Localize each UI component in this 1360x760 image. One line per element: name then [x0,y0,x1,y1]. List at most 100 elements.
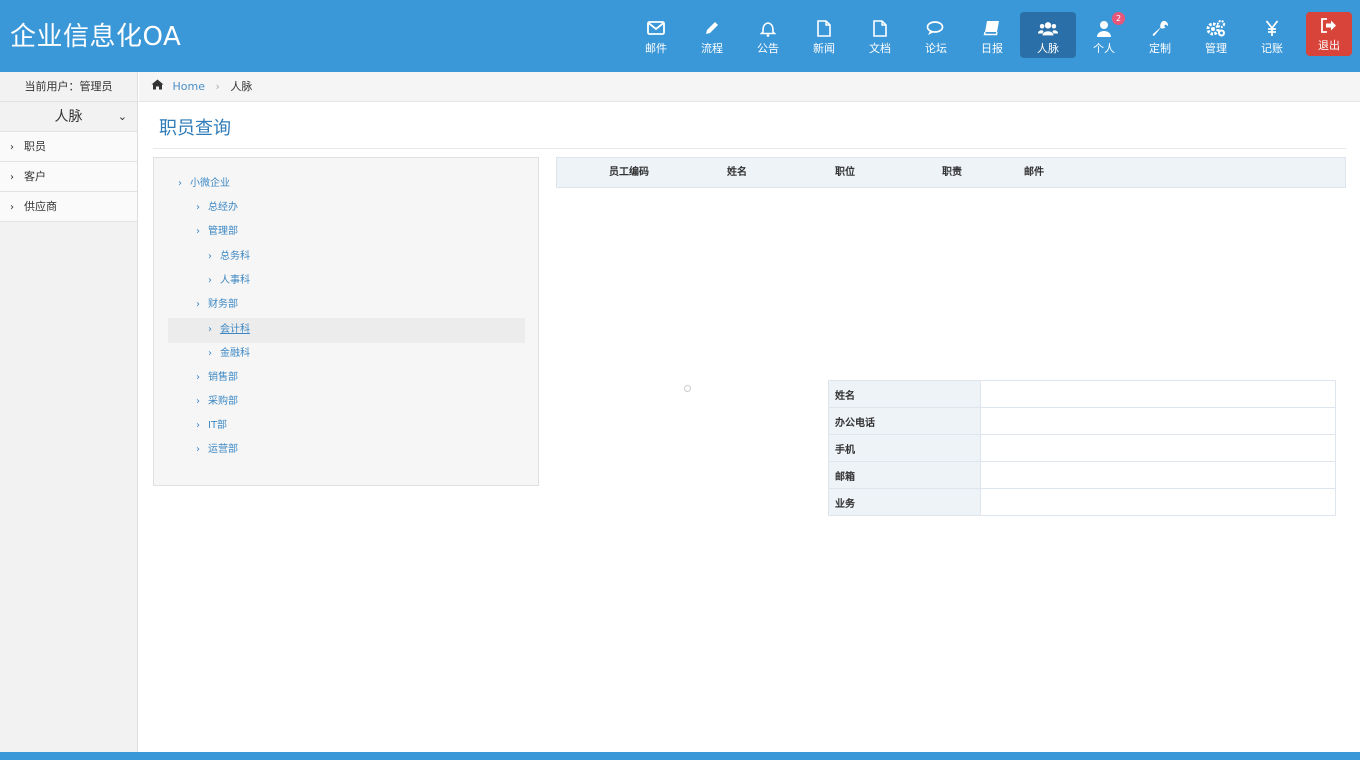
sidebar: 当前用户：管理员 人脉 ⌄ › 职员 › 客户 › 供应商 [0,72,138,760]
tree-node[interactable]: › 总经办 [196,196,238,220]
chevron-right-icon: › [178,178,182,189]
employee-table-header: 员工编码 姓名 职位 职责 邮件 [556,157,1346,188]
tree-node[interactable]: › 销售部 [196,366,238,390]
detail-value-mobile [980,434,1336,462]
notification-badge: 2 [1112,12,1125,25]
logout-button[interactable]: 退出 [1306,12,1352,56]
detail-row: 邮箱 [828,461,1336,489]
nav-item-workflow[interactable]: 流程 [684,12,740,58]
detail-label-business: 业务 [828,488,981,516]
file-icon [814,18,834,38]
yen-icon [1262,18,1282,38]
sidebar-section-header[interactable]: 人脉 ⌄ [0,102,137,132]
tree-node-label: 小微企业 [190,178,230,189]
breadcrumb-home-link[interactable]: Home [173,80,205,93]
detail-label-office-phone: 办公电话 [828,407,981,435]
detail-row: 姓名 [828,380,1336,408]
chevron-down-icon: ⌄ [117,110,127,123]
sidebar-item-suppliers[interactable]: › 供应商 [0,192,137,222]
chevron-right-icon: › [10,142,14,153]
detail-label-name: 姓名 [828,380,981,408]
nav-item-label: 个人 [1093,42,1115,55]
nav-item-label: 文档 [869,42,891,55]
chevron-right-icon: › [10,172,14,183]
user-icon [1094,18,1114,38]
document-icon [870,18,890,38]
tree-node-label: 人事科 [220,275,250,286]
sidebar-section-title: 人脉 [54,109,83,125]
chevron-right-icon: › [196,202,200,213]
chevron-right-icon: › [208,275,212,286]
nav-item-label: 流程 [701,42,723,55]
column-header-position[interactable]: 职位 [835,158,855,187]
detail-row: 办公电话 [828,407,1336,435]
nav-item-contacts[interactable]: 人脉 [1020,12,1076,58]
detail-value-email [980,461,1336,489]
breadcrumb: Home › 人脉 [139,72,1360,102]
breadcrumb-current: 人脉 [230,80,253,93]
bottom-bar [0,752,1360,760]
nav-item-accounting[interactable]: 记账 [1244,12,1300,58]
tree-node-label: 总务科 [220,251,250,262]
nav-item-label: 定制 [1149,42,1171,55]
tree-node-selected[interactable]: › 会计科 [208,318,250,342]
nav-item-label: 邮件 [645,42,667,55]
sidebar-item-staff[interactable]: › 职员 [0,132,137,162]
chevron-right-icon: › [196,226,200,237]
title-divider [153,148,1346,149]
nav-item-label: 论坛 [925,42,947,55]
tree-node-label: 采购部 [208,396,238,407]
nav-menu: 邮件 流程 公告 新闻 文档 论坛 日报 人脉 个人 2 定制 管理 记账 [628,12,1300,58]
chevron-right-icon: › [196,420,200,431]
gears-icon [1206,18,1226,38]
tree-node-label: 运营部 [208,444,238,455]
nav-item-label: 新闻 [813,42,835,55]
bell-icon [758,18,778,38]
nav-item-news[interactable]: 新闻 [796,12,852,58]
tree-node[interactable]: › 管理部 [196,220,238,244]
tree-node[interactable]: › IT部 [196,414,227,438]
home-icon [151,72,165,102]
nav-item-forum[interactable]: 论坛 [908,12,964,58]
tree-node-label: 管理部 [208,226,238,237]
column-header-employee-code[interactable]: 员工编码 [609,158,649,187]
detail-label-mobile: 手机 [828,434,981,462]
chevron-right-icon: › [196,372,200,383]
pencil-icon [702,18,722,38]
tree-node[interactable]: › 运营部 [196,438,238,462]
tree-node[interactable]: › 金融科 [208,342,250,366]
page-title: 职员查询 [159,118,231,139]
tree-node[interactable]: › 总务科 [208,245,250,269]
sidebar-item-customers[interactable]: › 客户 [0,162,137,192]
detail-row: 手机 [828,434,1336,462]
tree-node[interactable]: › 采购部 [196,390,238,414]
nav-item-customize[interactable]: 定制 [1132,12,1188,58]
tree-node-label: 总经办 [208,202,238,213]
column-header-email[interactable]: 邮件 [1024,158,1044,187]
chevron-right-icon: › [208,251,212,262]
column-header-name[interactable]: 姓名 [727,158,747,187]
employee-detail-table: 姓名 办公电话 手机 邮箱 业务 [828,380,1336,516]
nav-item-daily[interactable]: 日报 [964,12,1020,58]
chat-icon [926,18,946,38]
nav-item-docs[interactable]: 文档 [852,12,908,58]
chevron-right-icon: › [208,324,212,335]
tree-node[interactable]: › 小微企业 [178,172,230,196]
detail-label-email: 邮箱 [828,461,981,489]
chevron-right-icon: › [196,444,200,455]
nav-item-label: 公告 [757,42,779,55]
nav-item-personal[interactable]: 个人 2 [1076,12,1132,58]
book-icon [982,18,1002,38]
nav-item-notice[interactable]: 公告 [740,12,796,58]
sidebar-item-label: 供应商 [24,200,57,213]
tree-node-label: 财务部 [208,299,238,310]
top-navbar: 企业信息化OA 邮件 流程 公告 新闻 文档 论坛 日报 人脉 个人 2 定制 … [0,0,1360,72]
column-header-duty[interactable]: 职责 [942,158,962,187]
tree-node-label: 销售部 [208,372,238,383]
nav-item-label: 管理 [1205,42,1227,55]
tree-node[interactable]: › 人事科 [208,269,250,293]
detail-value-office-phone [980,407,1336,435]
tree-node[interactable]: › 财务部 [196,293,238,317]
nav-item-mail[interactable]: 邮件 [628,12,684,58]
nav-item-admin[interactable]: 管理 [1188,12,1244,58]
